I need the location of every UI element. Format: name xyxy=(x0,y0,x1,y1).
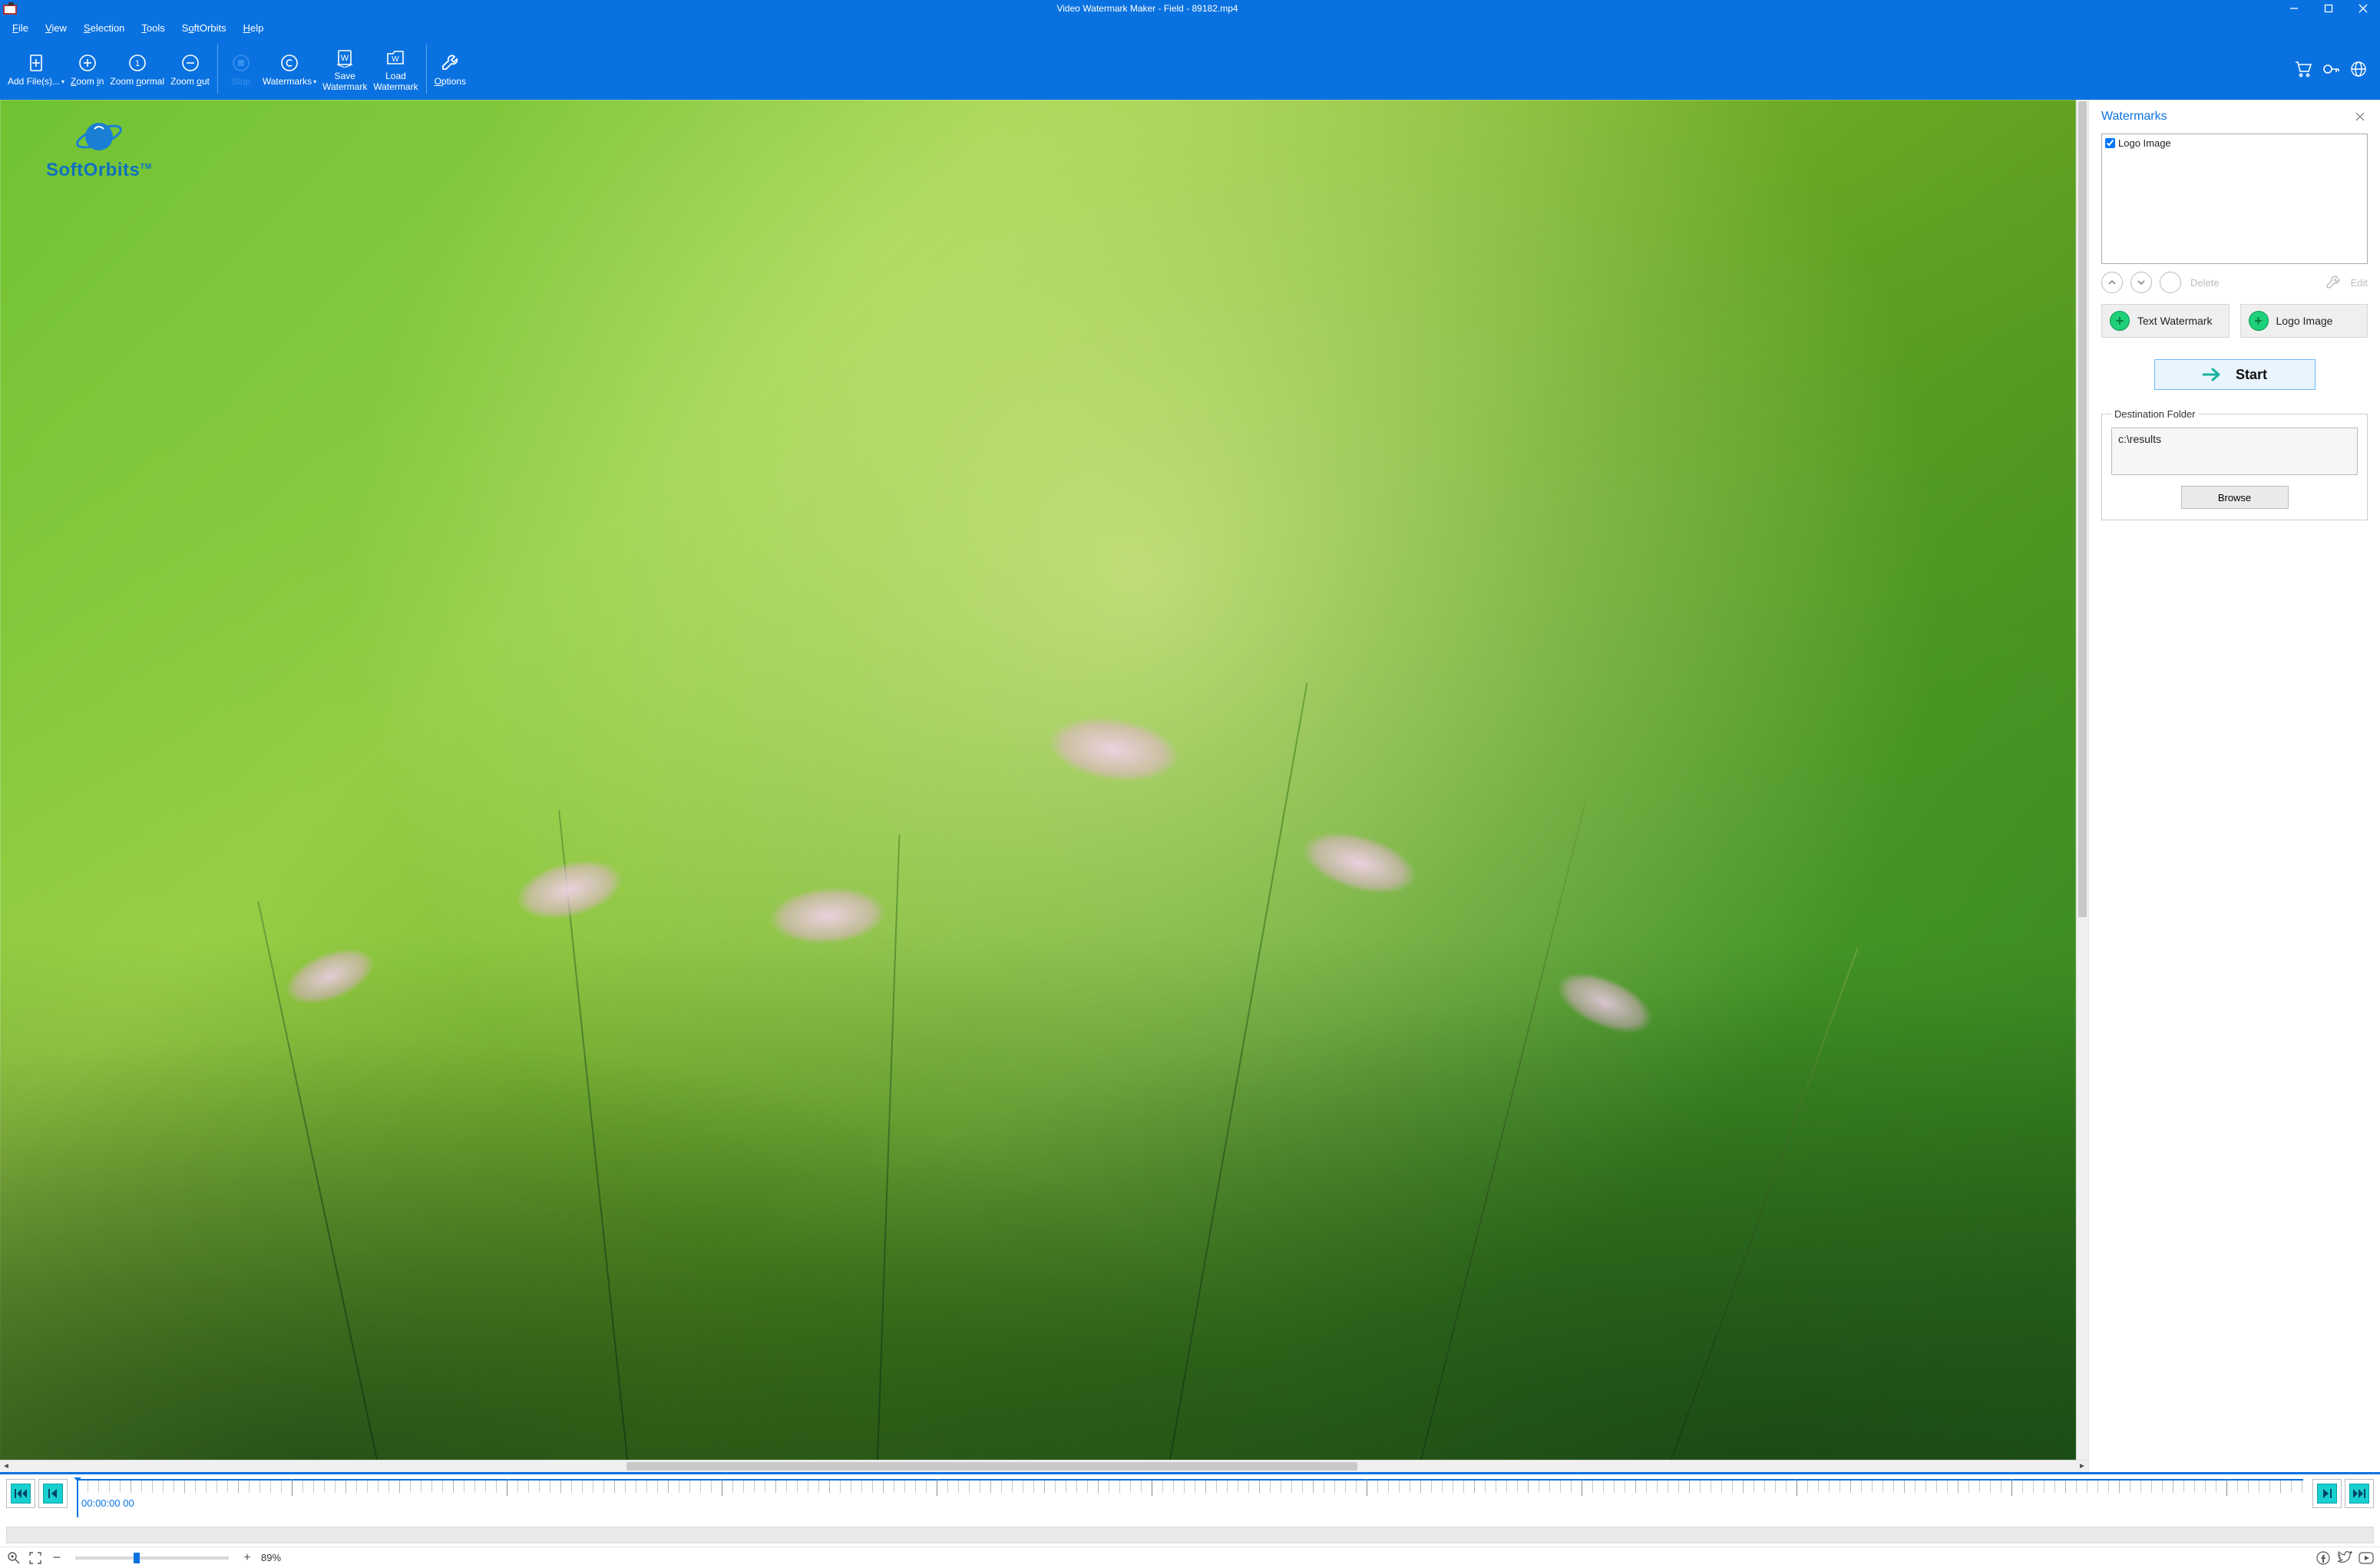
title-bar: Video Watermark Maker - Field - 89182.mp… xyxy=(0,0,2380,17)
destination-path[interactable]: c:\results xyxy=(2111,427,2358,475)
preview-pane: SoftOrbitsTM ◄ ► xyxy=(0,100,2088,1472)
maximize-button[interactable] xyxy=(2311,0,2345,17)
svg-text:W: W xyxy=(392,55,400,64)
step-back-button[interactable] xyxy=(38,1479,68,1508)
video-preview[interactable] xyxy=(0,100,2076,1460)
skip-back-icon xyxy=(11,1484,31,1504)
globe-icon[interactable] xyxy=(2349,60,2368,78)
goto-start-button[interactable] xyxy=(6,1479,35,1508)
load-watermark-button[interactable]: W LoadWatermark xyxy=(370,40,421,98)
timeline: 00:00:00 00 xyxy=(0,1472,2380,1547)
zoom-normal-button[interactable]: 1 Zoom normal xyxy=(107,40,167,98)
zoom-normal-icon: 1 xyxy=(127,52,148,74)
watermark-list[interactable]: Logo Image xyxy=(2101,134,2368,264)
timecode-label: 00:00:00 00 xyxy=(81,1497,134,1509)
edit-wrench-icon[interactable] xyxy=(2325,274,2342,291)
zoom-minus-icon[interactable]: − xyxy=(49,1550,64,1566)
panel-close-button[interactable] xyxy=(2352,109,2368,124)
menu-softorbits[interactable]: SoftOrbits xyxy=(174,17,234,38)
key-icon[interactable] xyxy=(2322,60,2340,78)
app-icon xyxy=(2,0,18,17)
goto-end-button[interactable] xyxy=(2345,1479,2374,1508)
stop-icon xyxy=(230,52,252,74)
main-area: SoftOrbitsTM ◄ ► Watermarks Logo Image xyxy=(0,100,2380,1472)
wrench-icon xyxy=(439,52,461,74)
timeline-ruler[interactable]: 00:00:00 00 xyxy=(77,1479,2303,1522)
watermark-item-logo-image[interactable]: Logo Image xyxy=(2105,137,2364,149)
start-button[interactable]: Start xyxy=(2154,359,2316,390)
add-text-watermark-button[interactable]: + Text Watermark xyxy=(2101,304,2230,338)
toolbar: Add File(s)...▾ Zoom in 1 Zoom normal xyxy=(0,38,2380,100)
skip-forward-icon xyxy=(2349,1484,2369,1504)
plus-icon: + xyxy=(2110,311,2130,331)
svg-text:1: 1 xyxy=(135,59,140,68)
menu-tools[interactable]: Tools xyxy=(134,17,172,38)
destination-folder-group: Destination Folder c:\results Browse xyxy=(2101,408,2368,520)
zoom-tool-icon[interactable] xyxy=(6,1550,21,1566)
destination-legend: Destination Folder xyxy=(2111,408,2199,420)
move-down-button[interactable] xyxy=(2130,272,2152,293)
plus-icon: + xyxy=(2249,311,2269,331)
browse-button[interactable]: Browse xyxy=(2181,486,2289,509)
step-forward-button[interactable] xyxy=(2312,1479,2342,1508)
zoom-out-button[interactable]: Zoom out xyxy=(167,40,213,98)
chevron-down-icon: ▾ xyxy=(313,78,316,85)
horizontal-scrollbar[interactable]: ◄ ► xyxy=(0,1460,2088,1472)
panel-title: Watermarks xyxy=(2101,110,2167,124)
edit-label[interactable]: Edit xyxy=(2351,277,2368,289)
scroll-right-icon[interactable]: ► xyxy=(2076,1461,2088,1472)
zoom-plus-icon[interactable]: + xyxy=(240,1550,255,1566)
options-button[interactable]: Options xyxy=(431,40,469,98)
facebook-icon[interactable] xyxy=(2316,1550,2331,1566)
cart-icon[interactable] xyxy=(2294,60,2312,78)
next-frame-icon xyxy=(2317,1484,2337,1504)
zoom-slider[interactable] xyxy=(75,1556,229,1560)
menu-help[interactable]: Help xyxy=(236,17,272,38)
delete-label[interactable]: Delete xyxy=(2190,277,2220,289)
chevron-down-icon: ▾ xyxy=(61,78,64,85)
twitter-icon[interactable] xyxy=(2337,1550,2352,1566)
add-logo-image-button[interactable]: + Logo Image xyxy=(2240,304,2368,338)
minimize-button[interactable] xyxy=(2276,0,2311,17)
start-arrow-icon xyxy=(2202,367,2223,382)
menu-selection[interactable]: Selection xyxy=(76,17,132,38)
scroll-left-icon[interactable]: ◄ xyxy=(0,1461,12,1472)
zoom-slider-knob[interactable] xyxy=(134,1553,140,1563)
add-files-button[interactable]: Add File(s)...▾ xyxy=(5,40,68,98)
zoom-out-icon xyxy=(180,52,201,74)
copyright-icon xyxy=(279,52,300,74)
add-file-icon xyxy=(25,52,47,74)
load-watermark-icon: W xyxy=(385,47,406,68)
watermark-item-checkbox[interactable] xyxy=(2105,138,2115,148)
fit-screen-icon[interactable] xyxy=(28,1550,43,1566)
status-bar: − + 89% xyxy=(0,1547,2380,1568)
zoom-percent: 89% xyxy=(261,1552,281,1563)
watermarks-button[interactable]: Watermarks▾ xyxy=(259,40,319,98)
close-button[interactable] xyxy=(2345,0,2380,17)
vertical-scrollbar[interactable] xyxy=(2076,100,2088,1460)
youtube-icon[interactable] xyxy=(2359,1550,2374,1566)
save-watermark-button[interactable]: W SaveWatermark xyxy=(319,40,370,98)
menu-file[interactable]: File xyxy=(5,17,36,38)
uncheck-button[interactable] xyxy=(2160,272,2181,293)
zoom-in-button[interactable]: Zoom in xyxy=(68,40,107,98)
menu-view[interactable]: View xyxy=(38,17,74,38)
svg-text:W: W xyxy=(341,54,349,63)
zoom-in-icon xyxy=(77,52,98,74)
stop-button: Stop xyxy=(223,40,259,98)
move-up-button[interactable] xyxy=(2101,272,2123,293)
timeline-track[interactable] xyxy=(6,1527,2374,1543)
window-title: Video Watermark Maker - Field - 89182.mp… xyxy=(18,3,2276,14)
menu-bar: File View Selection Tools SoftOrbits Hel… xyxy=(0,17,2380,38)
prev-frame-icon xyxy=(43,1484,63,1504)
playhead[interactable] xyxy=(77,1479,78,1517)
save-watermark-icon: W xyxy=(334,47,355,68)
watermarks-panel: Watermarks Logo Image Delete xyxy=(2088,100,2380,1472)
